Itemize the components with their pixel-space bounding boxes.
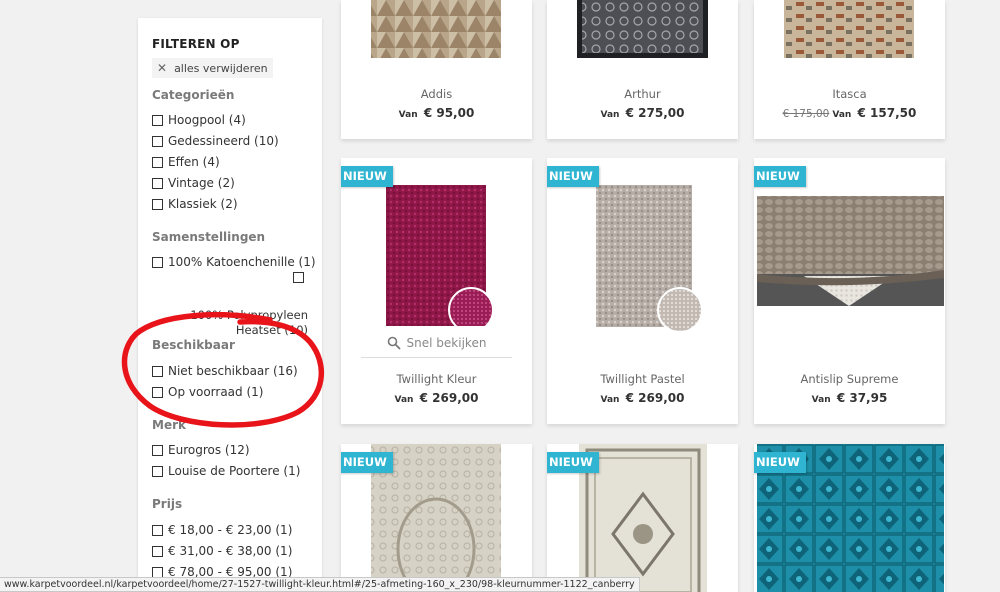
new-badge: NIEUW bbox=[754, 166, 806, 187]
new-badge: NIEUW bbox=[547, 452, 599, 473]
checkbox[interactable] bbox=[293, 272, 304, 283]
filter-option-label: Klassiek (2) bbox=[168, 197, 238, 211]
filter-option-niet-beschikbaar[interactable]: Niet beschikbaar (16) bbox=[152, 364, 298, 378]
facet-title-price: Prijs bbox=[152, 497, 183, 511]
facet-title-brand: Merk bbox=[152, 418, 186, 432]
filter-option-label: Vintage (2) bbox=[168, 176, 235, 190]
checkbox[interactable] bbox=[152, 198, 163, 210]
price-value: € 95,00 bbox=[423, 106, 475, 120]
filter-option-katoenchenille[interactable]: 100% Katoenchenille (1) bbox=[152, 255, 316, 269]
browser-status-url: www.karpetvoordeel.nl/karpetvoordeel/hom… bbox=[0, 577, 640, 592]
filter-option-effen[interactable]: Effen (4) bbox=[152, 155, 220, 169]
price-prefix: Van bbox=[600, 110, 620, 120]
filter-option-label: Hoogpool (4) bbox=[168, 113, 246, 127]
product-price: Van € 269,00 bbox=[341, 391, 532, 405]
filter-option-hoogpool[interactable]: Hoogpool (4) bbox=[152, 113, 246, 127]
facet-title-categories: Categorieën bbox=[152, 88, 235, 102]
checkbox[interactable] bbox=[152, 156, 163, 168]
product-price: € 175,00 Van € 157,50 bbox=[754, 106, 945, 120]
product-card-antislip-supreme[interactable]: NIEUW Antislip Supreme Van € 37,95 bbox=[754, 158, 945, 424]
checkbox[interactable] bbox=[152, 365, 163, 377]
product-card-arthur[interactable]: Arthur Van € 275,00 bbox=[547, 0, 738, 139]
price-value: € 269,00 bbox=[625, 391, 685, 405]
quick-view-label: Snel bekijken bbox=[406, 335, 487, 350]
product-card-itasca[interactable]: Itasca € 175,00 Van € 157,50 bbox=[754, 0, 945, 139]
filter-option-vintage[interactable]: Vintage (2) bbox=[152, 176, 235, 190]
filter-option-label: Niet beschikbaar (16) bbox=[168, 364, 298, 378]
close-icon: ✕ bbox=[157, 61, 168, 75]
quick-view-button[interactable]: Snel bekijken bbox=[361, 328, 512, 358]
product-card-row3-1[interactable]: NIEUW bbox=[341, 444, 532, 592]
product-name[interactable]: Addis bbox=[341, 87, 532, 101]
filter-option-price-18-23[interactable]: € 18,00 - € 23,00 (1) bbox=[152, 523, 292, 537]
product-name[interactable]: Itasca bbox=[754, 87, 945, 101]
filter-option-label: € 31,00 - € 38,00 (1) bbox=[168, 544, 293, 558]
checkbox[interactable] bbox=[152, 465, 163, 477]
facet-title-compositions: Samenstellingen bbox=[152, 230, 266, 244]
product-name[interactable]: Arthur bbox=[547, 87, 738, 101]
price-value: € 157,50 bbox=[857, 106, 917, 120]
checkbox[interactable] bbox=[152, 114, 163, 126]
checkbox[interactable] bbox=[152, 566, 163, 578]
clear-all-label: alles verwijderen bbox=[174, 61, 268, 75]
filter-sidebar: FILTEREN OP ✕ alles verwijderen Categori… bbox=[138, 18, 322, 592]
new-badge: NIEUW bbox=[341, 166, 393, 187]
price-prefix: Van bbox=[600, 395, 620, 405]
price-prefix: Van bbox=[832, 110, 852, 120]
filter-title: FILTEREN OP bbox=[152, 37, 240, 51]
checkbox[interactable] bbox=[152, 135, 163, 147]
filter-option-label: Effen (4) bbox=[168, 155, 220, 169]
product-image[interactable] bbox=[754, 0, 945, 70]
product-price: Van € 37,95 bbox=[754, 391, 945, 405]
checkbox[interactable] bbox=[152, 386, 163, 398]
checkbox[interactable] bbox=[152, 256, 163, 268]
filter-option-price-31-38[interactable]: € 31,00 - € 38,00 (1) bbox=[152, 544, 292, 558]
clear-all-filters-button[interactable]: ✕ alles verwijderen bbox=[152, 58, 273, 78]
price-value: € 275,00 bbox=[625, 106, 685, 120]
filter-option-label: Eurogros (12) bbox=[168, 443, 250, 457]
product-name[interactable]: Twillight Kleur bbox=[341, 372, 532, 386]
filter-option-label: Gedessineerd (10) bbox=[168, 134, 279, 148]
product-price: Van € 275,00 bbox=[547, 106, 738, 120]
filter-option-louise-de-poortere[interactable]: Louise de Poortere (1) bbox=[152, 464, 300, 478]
filter-option-eurogros[interactable]: Eurogros (12) bbox=[152, 443, 250, 457]
filter-option-label: € 18,00 - € 23,00 (1) bbox=[168, 523, 293, 537]
facet-title-availability: Beschikbaar bbox=[152, 338, 235, 352]
product-card-twillight-pastel[interactable]: NIEUW Twillight Pastel Van € 269,00 bbox=[547, 158, 738, 424]
product-card-addis[interactable]: Addis Van € 95,00 bbox=[341, 0, 532, 139]
product-image[interactable] bbox=[547, 0, 738, 70]
product-price: Van € 95,00 bbox=[341, 106, 532, 120]
checkbox[interactable] bbox=[152, 444, 163, 456]
old-price: € 175,00 bbox=[782, 108, 830, 120]
price-value: € 269,00 bbox=[419, 391, 479, 405]
new-badge: NIEUW bbox=[547, 166, 599, 187]
filter-option-op-voorraad[interactable]: Op voorraad (1) bbox=[152, 385, 263, 399]
filter-option-label: 100% Katoenchenille (1) bbox=[168, 255, 316, 269]
product-name[interactable]: Antislip Supreme bbox=[754, 372, 945, 386]
filter-option-klassiek[interactable]: Klassiek (2) bbox=[152, 197, 238, 211]
filter-option-label: Louise de Poortere (1) bbox=[168, 464, 301, 478]
product-price: Van € 269,00 bbox=[547, 391, 738, 405]
price-value: € 37,95 bbox=[836, 391, 888, 405]
filter-option-label: Op voorraad (1) bbox=[168, 385, 264, 399]
checkbox[interactable] bbox=[152, 545, 163, 557]
new-badge: NIEUW bbox=[754, 452, 806, 473]
product-name[interactable]: Twillight Pastel bbox=[547, 372, 738, 386]
price-prefix: Van bbox=[398, 110, 418, 120]
product-card-row3-2[interactable]: NIEUW bbox=[547, 444, 738, 592]
price-prefix: Van bbox=[394, 395, 414, 405]
search-icon bbox=[387, 336, 401, 350]
new-badge: NIEUW bbox=[341, 452, 393, 473]
filter-option-gedessineerd[interactable]: Gedessineerd (10) bbox=[152, 134, 279, 148]
product-card-row3-3[interactable]: NIEUW bbox=[754, 444, 945, 592]
checkbox[interactable] bbox=[152, 524, 163, 536]
filter-option-polypropyleen[interactable]: 100% Polypropyleen Heatset (10) bbox=[158, 308, 308, 338]
product-card-twillight-kleur[interactable]: NIEUW Snel bekijken Twillight Kleur Van … bbox=[341, 158, 532, 424]
checkbox[interactable] bbox=[152, 177, 163, 189]
price-prefix: Van bbox=[811, 395, 831, 405]
product-image[interactable] bbox=[341, 0, 532, 70]
